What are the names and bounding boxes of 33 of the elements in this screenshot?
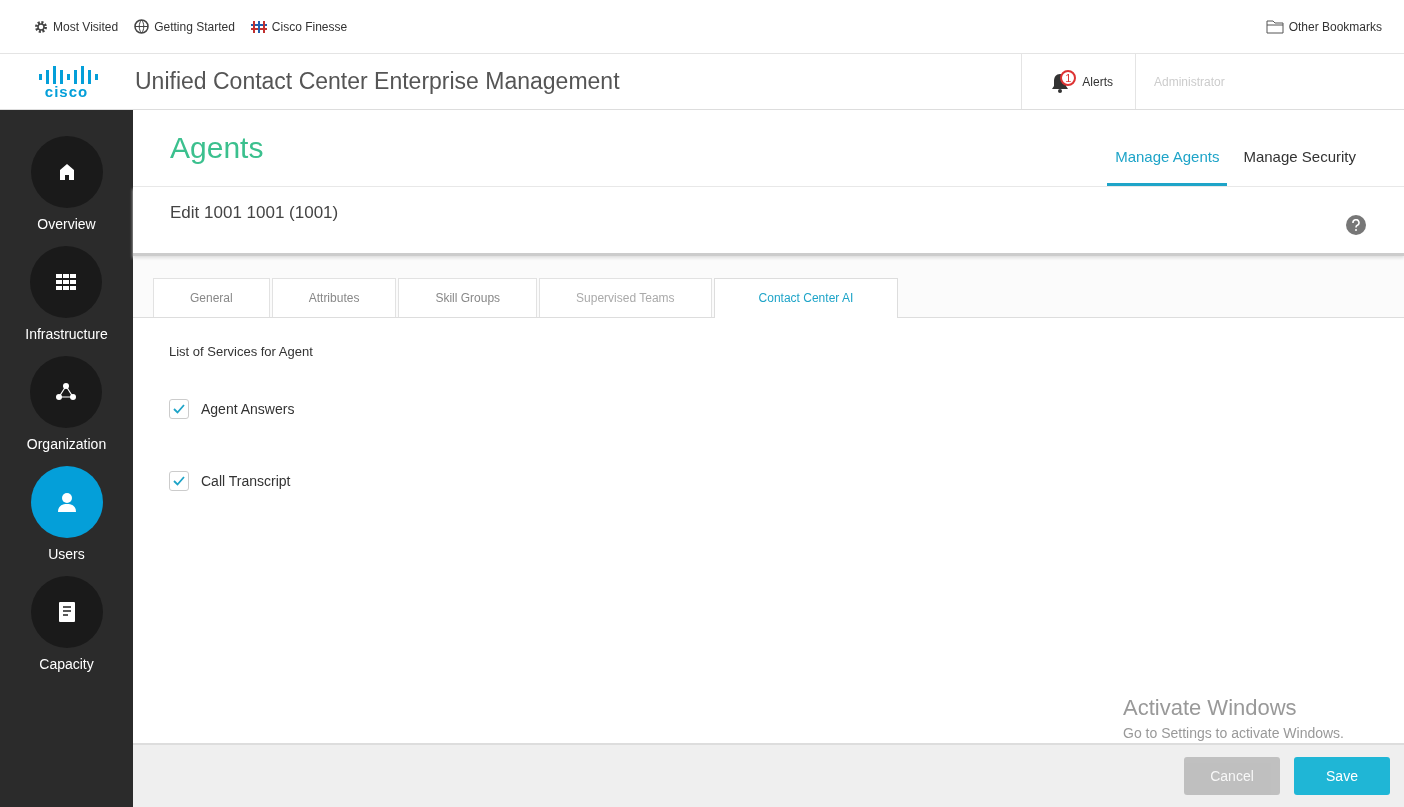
checkbox-label: Agent Answers: [201, 401, 295, 417]
home-icon: [57, 163, 76, 181]
help-icon[interactable]: [1346, 215, 1366, 235]
checkbox-label: Call Transcript: [201, 473, 291, 489]
bars-icon: [250, 20, 267, 33]
app-title: Unified Contact Center Enterprise Management: [134, 67, 621, 96]
document-icon: [58, 602, 75, 622]
bookmark-link[interactable]: Getting Started: [132, 17, 237, 36]
bookmarks-folder[interactable]: Other Bookmarks: [1263, 17, 1384, 36]
bookmark-link[interactable]: Most Visited: [32, 17, 121, 36]
section-heading: List of Services for Agent: [169, 344, 314, 359]
tab[interactable]: Attributes: [271, 278, 397, 317]
alerts-button[interactable]: 1 Alerts: [1021, 54, 1136, 109]
folder-icon: [1265, 19, 1284, 34]
checkbox[interactable]: [169, 471, 189, 491]
user-icon: [55, 491, 78, 513]
edit-subtitle: Edit 1001 1001 (1001): [170, 203, 339, 223]
check-icon: [173, 404, 185, 414]
activation-hint: Go to Settings to activate Windows.: [1123, 725, 1344, 741]
activation-notice: Activate Windows: [1123, 695, 1298, 721]
tab[interactable]: Skill Groups: [398, 278, 538, 317]
gear-icon: [34, 19, 48, 34]
grid-icon: [56, 274, 77, 290]
checkbox[interactable]: [169, 399, 189, 419]
logo: cisco: [34, 64, 99, 99]
check-icon: [173, 476, 185, 486]
nav-tab[interactable]: Manage Security: [1235, 148, 1364, 186]
bookmark-link[interactable]: Cisco Finesse: [248, 17, 350, 36]
page-title: Agents: [170, 131, 265, 165]
network-icon: [55, 382, 78, 402]
alert-count: 1: [1060, 69, 1077, 86]
globe-icon: [134, 19, 150, 34]
tab[interactable]: General: [153, 278, 270, 317]
